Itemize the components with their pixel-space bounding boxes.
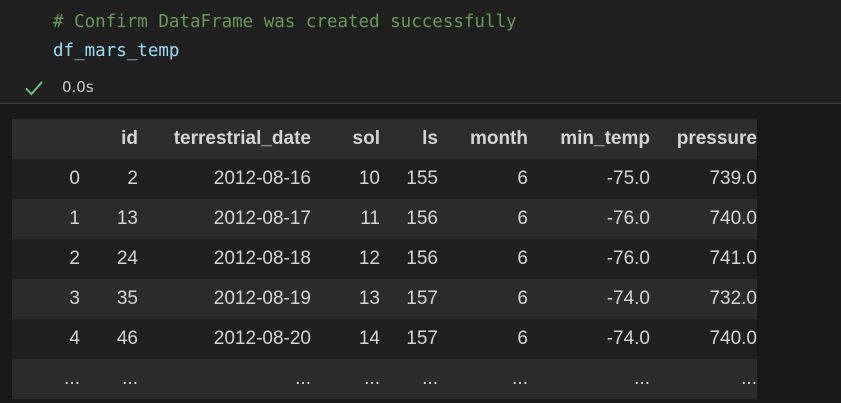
cell-ls: 155 — [406, 168, 438, 189]
cell-month: 6 — [517, 328, 528, 349]
cell-min-temp: -74.0 — [606, 288, 650, 309]
table-row: 4 46 2012-08-20 14 157 6 -74.0 740.0 — [12, 319, 757, 359]
cell-terrestrial-date: 2012-08-16 — [213, 168, 311, 189]
cell-ls: 156 — [406, 208, 438, 229]
column-header-id: id — [121, 128, 138, 149]
cell-ls: ... — [422, 368, 438, 389]
cell-id: 35 — [116, 288, 138, 309]
table-row: 0 2 2012-08-16 10 155 6 -75.0 739.0 — [12, 159, 757, 199]
check-icon — [25, 81, 43, 96]
cell-month: ... — [512, 368, 528, 389]
cell-min-temp: ... — [634, 368, 650, 389]
column-header-ls: ls — [422, 128, 438, 149]
cell-sol: 11 — [360, 208, 380, 229]
cell-terrestrial-date: 2012-08-19 — [213, 288, 311, 309]
column-header-pressure: pressure — [676, 128, 757, 149]
row-index: ... — [64, 368, 80, 389]
table-row: ........................ — [12, 359, 757, 399]
cell-ls: 157 — [406, 288, 438, 309]
cell-month: 6 — [517, 168, 528, 189]
row-index: 2 — [69, 248, 80, 269]
cell-pressure: ... — [741, 368, 757, 389]
cell-sol: 10 — [358, 168, 380, 189]
cell-pressure: 739.0 — [709, 168, 757, 189]
row-index: 4 — [69, 328, 80, 349]
dataframe-table: id terrestrial_date sol ls month min_tem… — [12, 119, 757, 399]
table-row: 2 24 2012-08-18 12 156 6 -76.0 741.0 — [12, 239, 757, 279]
cell-sol: ... — [364, 368, 380, 389]
cell-terrestrial-date: ... — [295, 368, 311, 389]
cell-output: id terrestrial_date sol ls month min_tem… — [0, 104, 841, 403]
table-row: 3 35 2012-08-19 13 157 6 -74.0 732.0 — [12, 279, 757, 319]
cell-id: 24 — [116, 248, 138, 269]
code-variable: df_mars_temp — [53, 41, 180, 61]
cell-id: ... — [122, 368, 138, 389]
cell-ls: 157 — [406, 328, 438, 349]
cell-month: 6 — [517, 288, 528, 309]
table-header-row: id terrestrial_date sol ls month min_tem… — [12, 119, 757, 159]
cell-month: 6 — [517, 248, 528, 269]
cell-min-temp: -76.0 — [606, 248, 650, 269]
column-header-terrestrial-date: terrestrial_date — [173, 128, 311, 149]
code-comment: # Confirm DataFrame was created successf… — [53, 12, 517, 32]
code-cell-input[interactable]: # Confirm DataFrame was created successf… — [0, 0, 841, 72]
cell-id: 13 — [116, 208, 138, 229]
cell-sol: 13 — [358, 288, 380, 309]
column-header-sol: sol — [352, 128, 380, 149]
cell-terrestrial-date: 2012-08-17 — [213, 208, 311, 229]
cell-id: 46 — [116, 328, 138, 349]
column-header-index — [12, 119, 80, 159]
row-index: 3 — [69, 288, 80, 309]
cell-min-temp: -74.0 — [606, 328, 650, 349]
cell-pressure: 740.0 — [709, 328, 757, 349]
row-index: 0 — [69, 168, 80, 189]
cell-sol: 12 — [358, 248, 380, 269]
cell-sol: 14 — [358, 328, 380, 349]
cell-terrestrial-date: 2012-08-18 — [213, 248, 311, 269]
cell-min-temp: -75.0 — [606, 168, 650, 189]
cell-month: 6 — [517, 208, 528, 229]
cell-id: 2 — [127, 168, 138, 189]
cell-ls: 156 — [406, 248, 438, 269]
cell-terrestrial-date: 2012-08-20 — [213, 328, 311, 349]
cell-pressure: 732.0 — [709, 288, 757, 309]
execution-time: 0.0s — [62, 78, 94, 96]
cell-status-row: 0.0s — [0, 72, 841, 104]
column-header-month: month — [469, 128, 528, 149]
cell-pressure: 740.0 — [709, 208, 757, 229]
column-header-min-temp: min_temp — [560, 128, 650, 149]
row-index: 1 — [69, 208, 80, 229]
cell-pressure: 741.0 — [709, 248, 757, 269]
cell-min-temp: -76.0 — [606, 208, 650, 229]
table-row: 1 13 2012-08-17 11 156 6 -76.0 740.0 — [12, 199, 757, 239]
